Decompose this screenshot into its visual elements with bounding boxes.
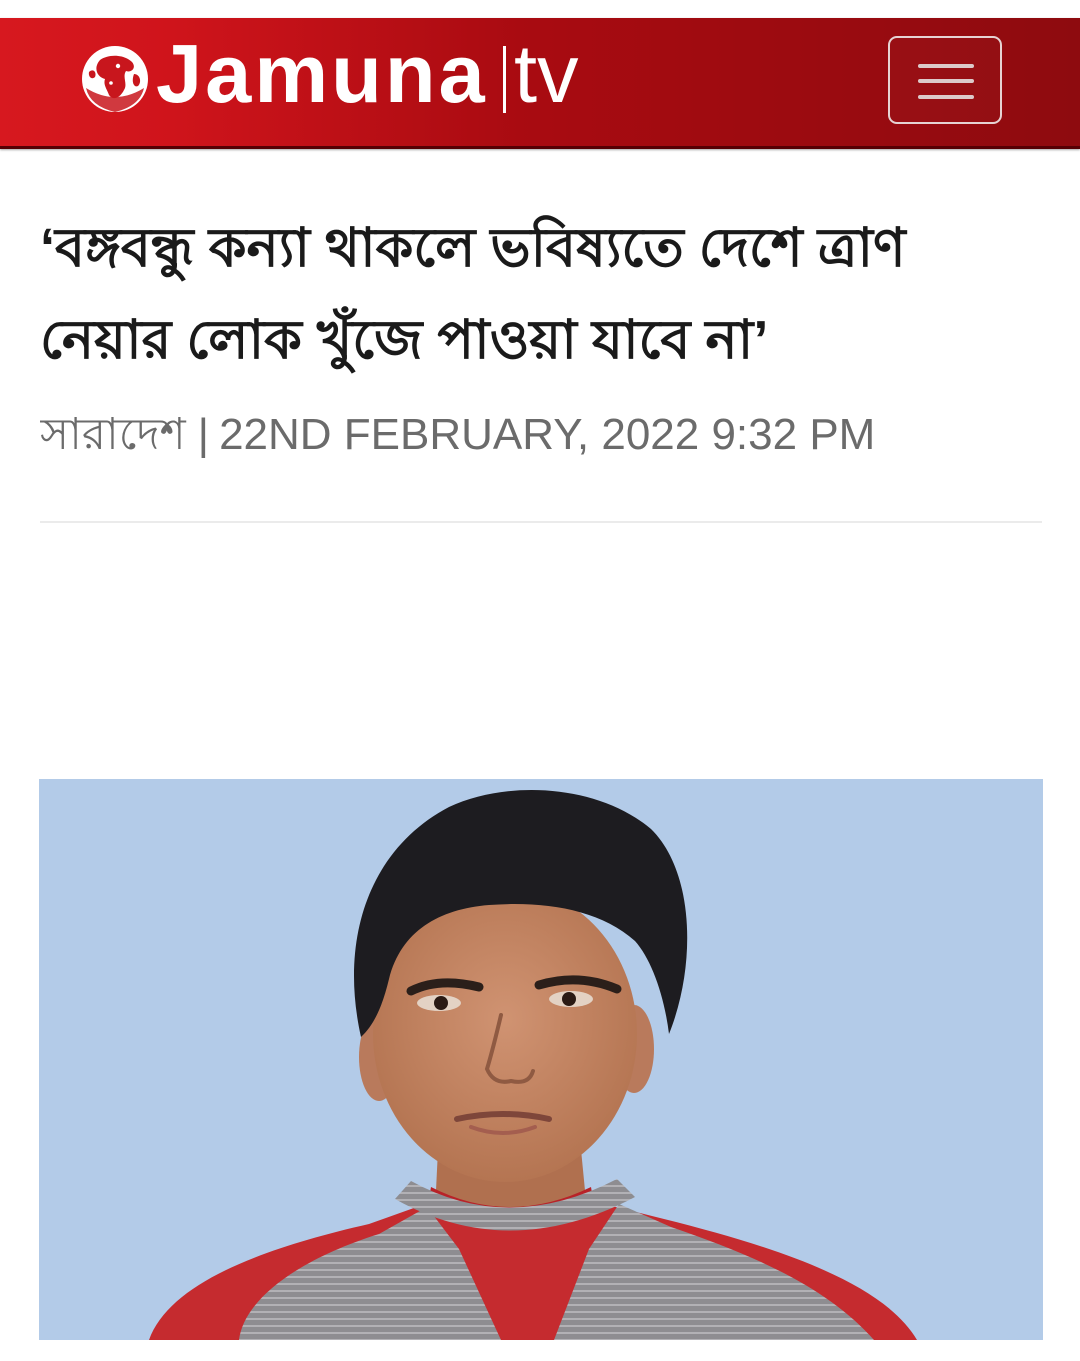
logo-divider xyxy=(503,46,506,113)
category-link[interactable]: সারাদেশ xyxy=(40,410,186,459)
article-photo xyxy=(39,779,1043,1340)
divider xyxy=(40,521,1042,523)
meta-separator: | xyxy=(197,410,210,459)
right-pupil xyxy=(562,992,576,1006)
published-date: 22ND FEBRUARY, 2022 9:32 PM xyxy=(219,410,876,459)
hamburger-line xyxy=(918,64,974,68)
article-title-line: ‘বঙ্গবন্ধু কন্যা থাকলে ভবিষ্যতে দেশে ত্র… xyxy=(40,218,906,278)
hamburger-line xyxy=(918,79,974,83)
logo-suffix: tv xyxy=(514,27,579,120)
hamburger-line xyxy=(918,95,974,99)
article-title-line: নেয়ার লোক খুঁজে পাওয়া যাবে না’ xyxy=(40,310,769,370)
hamburger-icon xyxy=(890,38,1000,122)
site-header: Jamuna tv xyxy=(0,18,1080,149)
left-pupil xyxy=(434,996,448,1010)
menu-button[interactable] xyxy=(888,36,1002,124)
site-logo[interactable]: Jamuna tv xyxy=(0,18,620,146)
globe-icon xyxy=(82,46,148,112)
logo-wordmark: Jamuna xyxy=(156,27,488,120)
article-meta: সারাদেশ | 22ND FEBRUARY, 2022 9:32 PM xyxy=(40,407,1060,463)
portrait-photo xyxy=(39,779,1043,1340)
